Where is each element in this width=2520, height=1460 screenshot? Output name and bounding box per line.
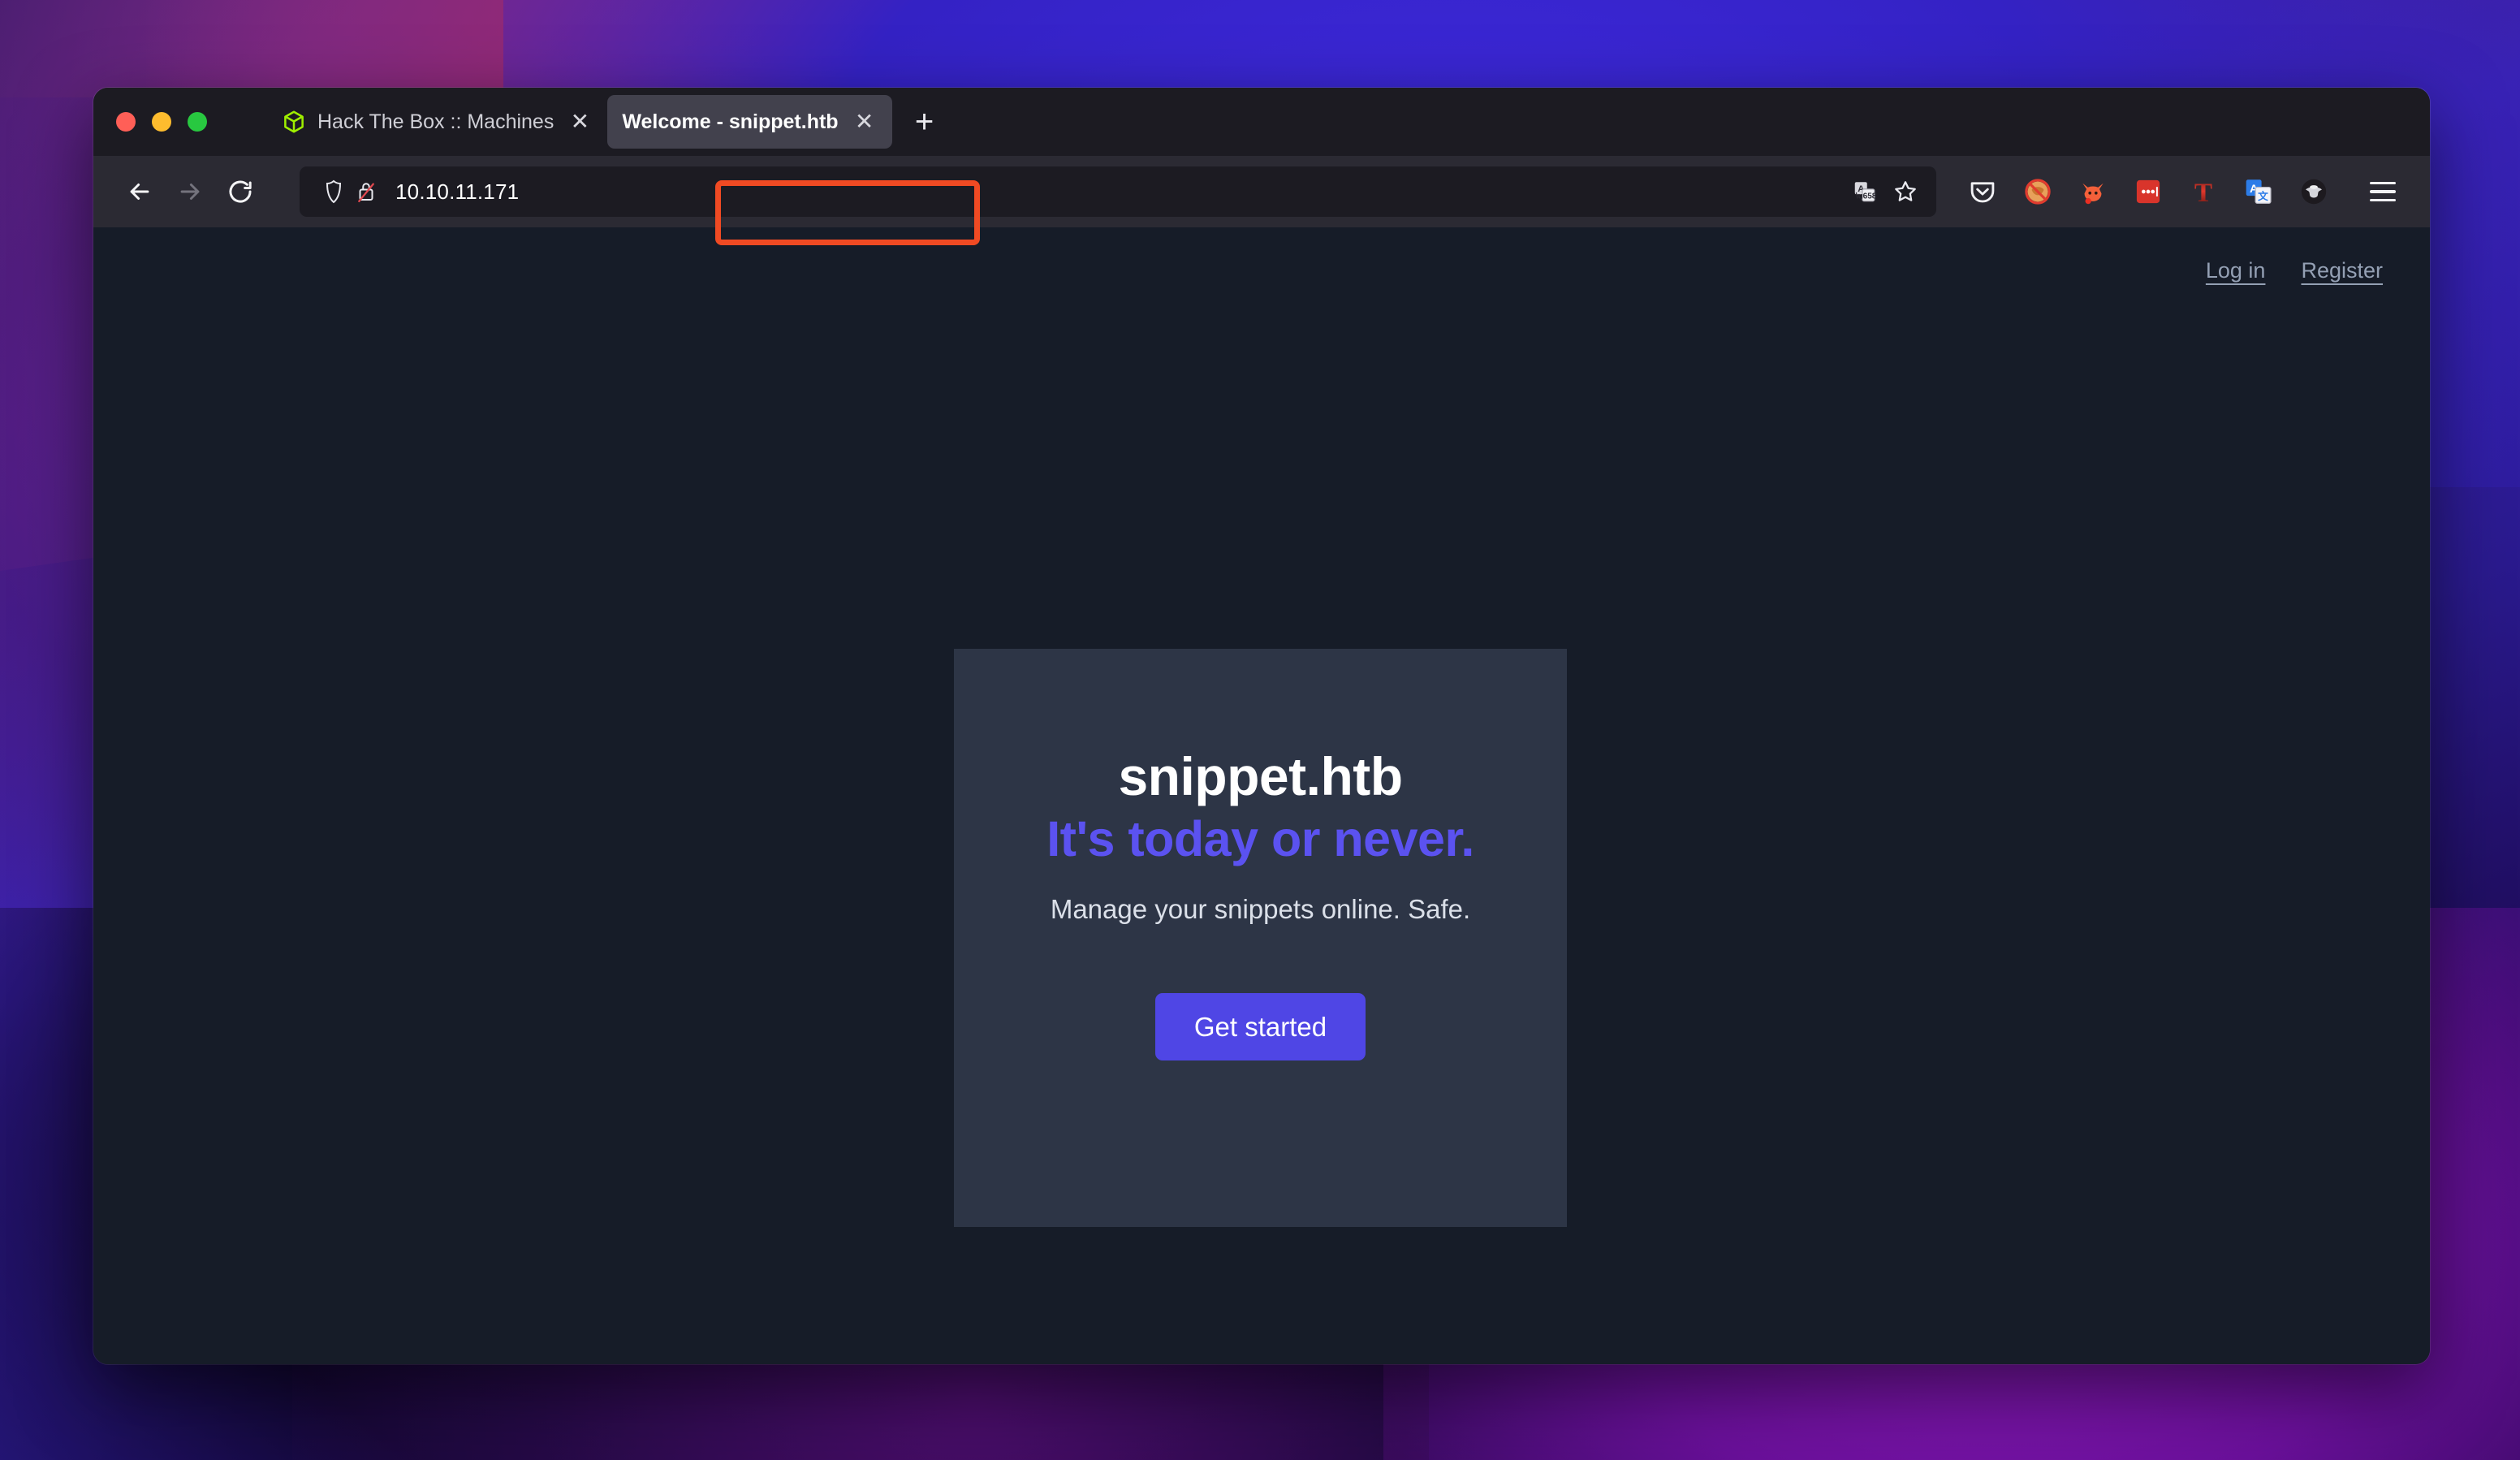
tab-welcome-snippet-htb[interactable]: Welcome - snippet.htb ✕: [607, 95, 892, 149]
tab-title: Hack The Box :: Machines: [317, 110, 554, 133]
tab-close-icon[interactable]: ✕: [848, 106, 881, 138]
navigation-toolbar: 10.10.11.171 A \u6587: [93, 156, 2430, 227]
hamburger-menu-icon[interactable]: [2362, 171, 2404, 213]
tab-close-icon[interactable]: ✕: [563, 106, 596, 138]
hero-title: snippet.htb: [1118, 746, 1403, 806]
register-link[interactable]: Register: [2301, 258, 2383, 283]
svg-text:文: 文: [2258, 190, 2268, 202]
svg-text:\u6587: \u6587: [1856, 192, 1877, 201]
htb-cube-icon: [282, 110, 306, 134]
hero-subtitle: It's today or never.: [1046, 811, 1474, 867]
extensions-toolbar: T A 文: [1966, 171, 2404, 213]
page-auth-nav: Log in Register: [2206, 258, 2383, 283]
back-button[interactable]: [114, 166, 165, 217]
svg-text:T: T: [2194, 178, 2212, 207]
window-close-button[interactable]: [116, 112, 136, 132]
forward-button[interactable]: [165, 166, 215, 217]
tab-hack-the-box-machines[interactable]: Hack The Box :: Machines ✕: [267, 95, 607, 149]
login-link[interactable]: Log in: [2206, 258, 2266, 283]
google-translate-icon[interactable]: A 文: [2242, 175, 2276, 209]
window-maximize-button[interactable]: [188, 112, 207, 132]
shield-icon[interactable]: [317, 175, 350, 208]
foxyproxy-icon[interactable]: [2076, 175, 2110, 209]
window-controls: [116, 112, 207, 132]
bitwarden-icon[interactable]: [2131, 175, 2165, 209]
browser-window: Hack The Box :: Machines ✕ Welcome - sni…: [93, 88, 2430, 1364]
get-started-button[interactable]: Get started: [1154, 993, 1366, 1061]
desktop-wallpaper: Hack The Box :: Machines ✕ Welcome - sni…: [0, 0, 2520, 1460]
wappalyzer-icon[interactable]: [2297, 175, 2331, 209]
page-viewport: Log in Register snippet.htb It's today o…: [93, 227, 2430, 1364]
tab-title: Welcome - snippet.htb: [622, 110, 839, 133]
noscript-icon[interactable]: [2021, 175, 2055, 209]
star-icon[interactable]: [1888, 174, 1923, 209]
url-text[interactable]: 10.10.11.171: [395, 179, 1842, 205]
url-bar[interactable]: 10.10.11.171 A \u6587: [300, 166, 1936, 217]
new-tab-button[interactable]: +: [904, 101, 946, 143]
reload-button[interactable]: [215, 166, 265, 217]
tampermonkey-icon[interactable]: T: [2186, 175, 2220, 209]
tab-strip: Hack The Box :: Machines ✕ Welcome - sni…: [93, 88, 2430, 156]
hero-card: snippet.htb It's today or never. Manage …: [954, 649, 1567, 1227]
window-minimize-button[interactable]: [152, 112, 171, 132]
translate-page-icon[interactable]: A \u6587: [1847, 174, 1883, 209]
hero-tagline: Manage your snippets online. Safe.: [1050, 894, 1471, 925]
pocket-icon[interactable]: [1966, 175, 2000, 209]
lock-crossed-icon[interactable]: [350, 175, 382, 208]
